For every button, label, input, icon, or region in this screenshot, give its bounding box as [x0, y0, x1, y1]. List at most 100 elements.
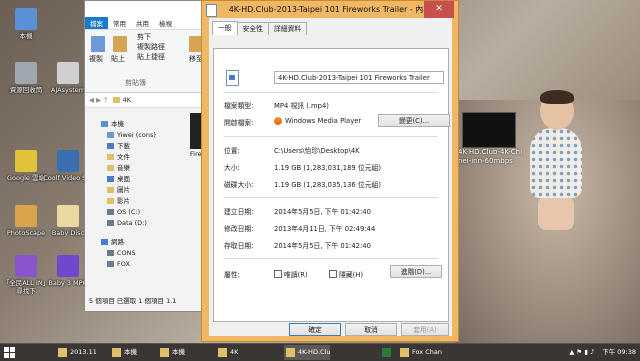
nav-item-label: 文件 [117, 153, 130, 161]
nav-item[interactable]: FOX [85, 259, 197, 270]
wallpaper-child-legs [538, 196, 574, 230]
nav-item[interactable]: 下載 [85, 141, 197, 152]
wallpaper-child-body [530, 128, 582, 198]
advanced-button[interactable]: 進階(D)... [390, 265, 442, 278]
back-icon[interactable]: ◀ ▶ ↑ [89, 96, 109, 104]
tab-details[interactable]: 詳細資料 [267, 22, 308, 35]
taskbar-button[interactable]: 4K [216, 345, 262, 360]
windows-logo-icon [10, 347, 15, 352]
nav-item[interactable]: 文件 [85, 152, 197, 163]
ribbon-tab-home[interactable]: 常用 [108, 17, 131, 29]
divider [224, 197, 438, 198]
close-button[interactable]: ✕ [424, 1, 454, 18]
folder-icon [101, 121, 108, 127]
ribbon-toolbar: 複製 貼上 剪下 複製路徑 貼上捷徑 移至 剪貼簿 [85, 30, 205, 93]
copy-button[interactable]: 複製 [89, 54, 103, 64]
size-label: 大小: [224, 164, 240, 172]
paste-button[interactable]: 貼上 [111, 54, 125, 64]
ribbon-tabs: 檔案 常用 共用 檢視 [85, 17, 205, 30]
readonly-checkbox[interactable]: 唯讀(R) [274, 269, 308, 279]
ok-button[interactable]: 確定 [289, 323, 341, 336]
taskbar-button[interactable]: 本機 [110, 345, 156, 360]
taskbar-button[interactable]: 2013.11 [56, 345, 96, 360]
taskbar-button[interactable] [380, 345, 398, 360]
clipboard-group-label: 剪貼簿 [125, 79, 146, 87]
paste-icon[interactable] [113, 36, 127, 52]
folder-icon [107, 250, 114, 256]
modified-value: 2013年4月11日, 下午 02:49:44 [274, 225, 376, 233]
filename-field[interactable]: 4K-HD.Club-2013-Taipei 101 Fireworks Tra… [274, 71, 444, 84]
folder-icon [112, 97, 120, 103]
nav-item[interactable]: CONS [85, 248, 197, 259]
clock[interactable]: 下午 09:38 [602, 348, 636, 356]
taskbar-app-icon [112, 348, 121, 357]
system-tray[interactable]: ▲ ⚑ ▮ ♪ 下午 09:38 [569, 344, 636, 361]
video-file-icon [226, 70, 239, 86]
nav-item-label: 圖片 [117, 186, 130, 194]
desktop-icon[interactable]: 本機 [0, 8, 52, 40]
type-value: MP4 視訊 (.mp4) [274, 102, 329, 110]
desktop-video-thumbnail[interactable] [462, 112, 516, 148]
opens-with-value: Windows Media Player [274, 117, 361, 125]
nav-item[interactable]: 本機 [85, 119, 197, 130]
hidden-checkbox[interactable]: 隱藏(H) [329, 269, 363, 279]
dialog-title: 4K-HD.Club-2013-Taipei 101 Fireworks Tra… [228, 5, 432, 14]
properties-dialog: 4K-HD.Club-2013-Taipei 101 Fireworks Tra… [201, 0, 459, 342]
taskbar-app-icon [382, 348, 391, 357]
change-button[interactable]: 變更(C)... [378, 114, 450, 127]
folder-icon [107, 261, 114, 267]
start-button[interactable] [4, 347, 15, 358]
file-explorer-window[interactable]: 檔案 常用 共用 檢視 複製 貼上 剪下 複製路徑 貼上捷徑 移至 剪貼簿 ◀ … [84, 0, 206, 312]
dialog-tabs: 一般 安全性 詳細資料 [209, 18, 452, 35]
readonly-checkbox-box[interactable] [274, 270, 282, 278]
folder-icon [107, 220, 114, 226]
nav-item[interactable]: Data (D:) [85, 218, 197, 229]
tab-security[interactable]: 安全性 [236, 22, 269, 35]
ribbon-tab-share[interactable]: 共用 [131, 17, 154, 29]
dialog-titlebar[interactable]: 4K-HD.Club-2013-Taipei 101 Fireworks Tra… [202, 1, 458, 18]
taskbar-button-label: 本機 [172, 348, 185, 356]
nav-item[interactable]: OS (C:) [85, 207, 197, 218]
taskbar-button[interactable]: 本機 [158, 345, 204, 360]
taskbar-app-icon [400, 348, 409, 357]
nav-item-label: 音樂 [117, 164, 130, 172]
copy-icon[interactable] [91, 36, 105, 52]
copy-path-button[interactable]: 複製路徑 [137, 42, 165, 52]
taskbar-button[interactable]: 4K-HD.Clu [284, 345, 330, 360]
status-bar: 5 個項目 已選取 1 個項目 1.1 [89, 297, 177, 305]
folder-icon [107, 187, 114, 193]
tab-general[interactable]: 一般 [212, 21, 238, 35]
cancel-button[interactable]: 取消 [345, 323, 397, 336]
address-bar[interactable]: ◀ ▶ ↑ 4K [85, 93, 205, 108]
size-on-disk-label: 磁碟大小: [224, 181, 254, 189]
created-value: 2014年5月5日, 下午 01:42:40 [274, 208, 371, 216]
tray-icons[interactable]: ▲ ⚑ ▮ ♪ [569, 348, 594, 356]
nav-item[interactable]: 音樂 [85, 163, 197, 174]
file-icon [206, 4, 217, 17]
desktop-video-label[interactable]: 4K-HD.Club-4K-Chi nei-inn-60mbps [458, 148, 522, 166]
nav-item-label: 網路 [111, 238, 124, 246]
move-icon[interactable] [189, 36, 201, 52]
nav-item[interactable]: 圖片 [85, 185, 197, 196]
ribbon-tab-file[interactable]: 檔案 [85, 17, 108, 29]
hidden-label: 隱藏(H) [339, 271, 364, 279]
nav-item[interactable]: 網路 [85, 237, 197, 248]
windows-media-player-icon [274, 117, 282, 125]
nav-item[interactable]: 影片 [85, 196, 197, 207]
paste-shortcut-button[interactable]: 貼上捷徑 [137, 52, 165, 62]
taskbar-button[interactable]: Fox Chan [398, 345, 450, 360]
desktop-icon-label: 本機 [19, 32, 33, 40]
windows-logo-icon [4, 347, 9, 352]
nav-item[interactable]: 桌面 [85, 174, 197, 185]
nav-item-label: CONS [117, 249, 136, 257]
taskbar: 2013.11 本機 本機 4K 4K-HD.Clu Fox Chan ▲ ⚑ ▮ ♪ 下… [0, 343, 640, 361]
nav-item-label: 桌面 [117, 175, 130, 183]
desktop-shortcut-icon [57, 205, 79, 227]
hidden-checkbox-box[interactable] [329, 270, 337, 278]
nav-item-label: 影片 [117, 197, 130, 205]
apply-button[interactable]: 套用(A) [401, 323, 449, 336]
type-label: 檔案類型: [224, 102, 254, 110]
nav-item[interactable]: Yiwei (cons) [85, 130, 197, 141]
ribbon-tab-view[interactable]: 檢視 [154, 17, 177, 29]
cut-button[interactable]: 剪下 [137, 32, 151, 42]
